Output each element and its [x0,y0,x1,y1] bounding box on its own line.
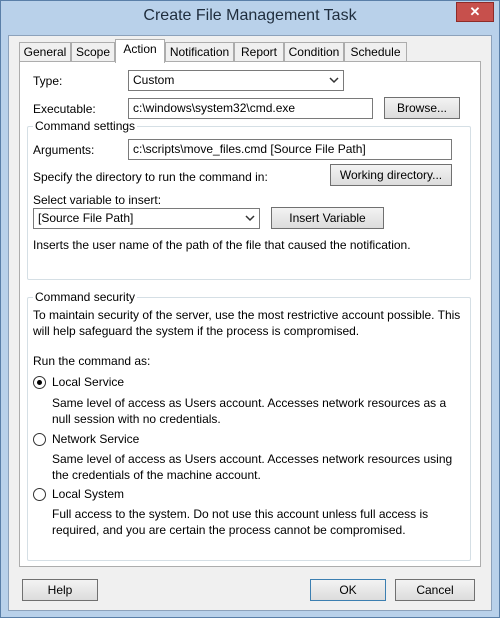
window-title: Create File Management Task [143,7,357,24]
help-button[interactable]: Help [22,579,98,601]
select-variable-label: Select variable to insert: [33,193,162,207]
tab-action[interactable]: Action [115,39,165,63]
chevron-down-icon [329,77,339,84]
tab-condition[interactable]: Condition [284,42,344,62]
security-intro-line2: will help safeguard the system if the pr… [33,324,360,338]
variable-description: Inserts the user name of the path of the… [33,238,411,252]
local-system-desc-line2: required, and you are certain the proces… [52,523,406,537]
chevron-down-icon [245,215,255,222]
directory-instruction: Specify the directory to run the command… [33,170,268,184]
network-service-radio[interactable] [33,433,46,446]
ok-button[interactable]: OK [310,579,386,601]
security-intro-line1: To maintain security of the server, use … [33,308,461,322]
local-system-desc-line1: Full access to the system. Do not use th… [52,507,429,521]
tab-general[interactable]: General [19,42,71,62]
executable-field[interactable]: c:\windows\system32\cmd.exe [128,98,373,119]
variable-dropdown[interactable]: [Source File Path] [33,208,260,229]
network-service-desc-line1: Same level of access as Users account. A… [52,452,453,466]
insert-variable-button[interactable]: Insert Variable [271,207,384,229]
tab-scope[interactable]: Scope [71,42,115,62]
type-dropdown[interactable]: Custom [128,70,344,91]
local-service-desc-line2: null session with no credentials. [52,412,221,426]
type-label: Type: [33,74,63,88]
command-security-title: Command security [33,290,138,304]
type-value: Custom [133,73,175,87]
browse-button[interactable]: Browse... [384,97,460,119]
arguments-field[interactable]: c:\scripts\move_files.cmd [Source File P… [128,139,452,160]
close-button[interactable]: ✕ [456,2,494,22]
radio-selected-dot [37,380,42,385]
working-directory-button[interactable]: Working directory... [330,164,452,186]
arguments-label: Arguments: [33,143,95,157]
action-tab-panel: Type: Custom Executable: c:\windows\syst… [19,61,481,567]
local-service-radio[interactable] [33,376,46,389]
run-as-label: Run the command as: [33,354,151,368]
local-service-label[interactable]: Local Service [52,375,124,389]
title-bar: Create File Management Task ✕ [1,1,499,35]
local-system-radio[interactable] [33,488,46,501]
dialog-client-area: General Scope Action Notification Report… [8,35,492,611]
network-service-label[interactable]: Network Service [52,432,139,446]
dialog-window: Create File Management Task ✕ General Sc… [0,0,500,618]
tab-notification[interactable]: Notification [165,42,234,62]
variable-value: [Source File Path] [38,211,134,225]
executable-label: Executable: [33,102,96,116]
command-settings-title: Command settings [33,119,138,133]
local-system-label[interactable]: Local System [52,487,124,501]
cancel-button[interactable]: Cancel [395,579,475,601]
network-service-desc-line2: the credentials of the machine account. [52,468,261,482]
tab-schedule[interactable]: Schedule [344,42,407,62]
local-service-desc-line1: Same level of access as Users account. A… [52,396,447,410]
tab-report[interactable]: Report [234,42,284,62]
